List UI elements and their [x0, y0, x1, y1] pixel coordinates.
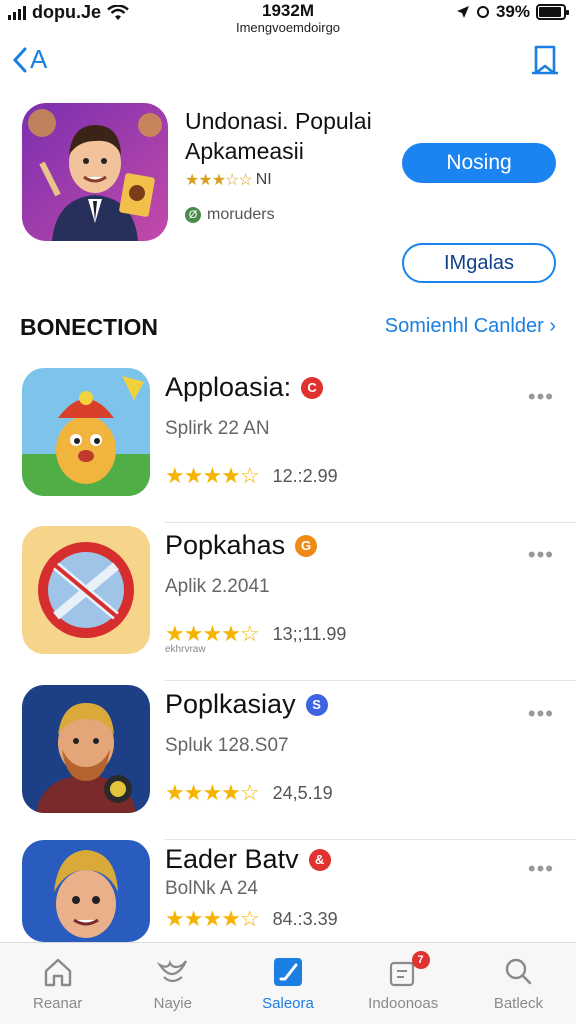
see-all-link[interactable]: Somienhl Canlder › — [385, 315, 556, 338]
tab-bar: Reanar Nayie Saleora 7 Indoonoas Batleck — [0, 942, 576, 1024]
tab-home[interactable]: Reanar — [0, 943, 115, 1024]
more-options-icon[interactable]: ••• — [528, 701, 554, 727]
star-rating-icon: ★★★☆☆ — [185, 172, 253, 189]
featured-title: Undonasi. Populai Apkameasii — [185, 108, 372, 164]
app-name: Poplkasiay — [165, 689, 296, 719]
list-item[interactable]: Popkahas G Aplik 2.2041 ★★★★☆ 13;;11.99 … — [0, 526, 576, 681]
divider — [165, 680, 576, 681]
app-name-row: Popkahas G — [165, 530, 318, 561]
app-badge-icon: C — [301, 376, 324, 399]
app-name: Eader Batv — [165, 844, 299, 874]
section-title: BONECTION — [20, 314, 158, 340]
star-rating-icon: ★★★★☆ — [165, 463, 260, 488]
app-name: Popkahas — [165, 530, 286, 560]
more-options-icon[interactable]: ••• — [528, 384, 554, 410]
secondary-button[interactable]: IMgalas — [402, 243, 556, 283]
app-subtitle: Splirk 22 AN — [165, 418, 270, 439]
app-rating: ★★★★☆ 84.:3.39 — [165, 906, 338, 932]
app-rating: ★★★★☆ 12.:2.99 — [165, 463, 338, 489]
share-button[interactable] — [530, 44, 560, 81]
app-name-row: Eader Batv & — [165, 844, 331, 875]
app-icon[interactable] — [22, 840, 150, 942]
list-item[interactable]: Eader Batv & BolNk A 24 ★★★★☆ 84.:3.39 •… — [0, 840, 576, 942]
app-name-row: Apploasia: C — [165, 372, 324, 403]
app-icon[interactable] — [22, 368, 150, 496]
featured-rating-text: NI — [255, 171, 272, 188]
star-rating-icon: ★★★★☆ — [165, 780, 260, 805]
status-right: 39% — [456, 2, 569, 22]
search-icon — [506, 958, 532, 985]
tab-label: Indoonoas — [368, 995, 439, 1012]
back-label: A — [30, 44, 48, 74]
featured-rating: ★★★☆☆ NI — [185, 170, 272, 190]
app-name: Apploasia: — [165, 372, 292, 402]
home-icon — [44, 958, 71, 987]
tab-label: Reanar — [33, 995, 83, 1012]
notification-badge: 7 — [411, 951, 430, 969]
app-badge-icon: & — [308, 848, 331, 871]
tab-search[interactable]: Batleck — [461, 943, 576, 1024]
tab-news[interactable]: Nayie — [115, 943, 230, 1024]
tab-label: Saleora — [262, 995, 314, 1012]
app-price: 24,5.19 — [272, 782, 333, 803]
app-icon[interactable] — [22, 526, 150, 654]
app-rating: ★★★★☆ 24,5.19 — [165, 780, 333, 806]
status-subtitle: Imengvoemdoirgo — [235, 20, 341, 35]
developer-name: moruders — [207, 206, 275, 223]
star-rating-icon: ★★★★☆ — [165, 906, 260, 931]
app-icon[interactable] — [22, 685, 150, 813]
more-options-icon[interactable]: ••• — [528, 856, 554, 882]
alarm-icon — [476, 6, 489, 18]
list-item[interactable]: Apploasia: C Splirk 22 AN ★★★★☆ 12.:2.99… — [0, 368, 576, 523]
tab-selected[interactable]: Saleora — [230, 943, 345, 1024]
app-price: 13;;11.99 — [272, 623, 347, 644]
more-options-icon[interactable]: ••• — [528, 542, 554, 568]
app-note: ekhrvraw — [165, 644, 206, 655]
app-subtitle: BolNk A 24 — [165, 878, 258, 899]
location-arrow-icon — [456, 6, 469, 18]
app-badge-icon: G — [295, 534, 318, 557]
chevron-left-icon — [12, 47, 27, 72]
tab-updates[interactable]: 7 Indoonoas — [346, 943, 461, 1024]
app-name-row: Poplkasiay S — [165, 689, 328, 720]
bookmark-icon — [532, 45, 558, 75]
divider — [165, 522, 576, 523]
featured-developer[interactable]: Ø moruders — [185, 206, 275, 224]
get-button[interactable]: Nosing — [402, 143, 556, 183]
developer-icon: Ø — [185, 207, 201, 223]
battery-icon — [536, 4, 569, 20]
back-button[interactable]: A — [12, 44, 47, 75]
tab-label: Nayie — [153, 995, 192, 1012]
bird-icon — [156, 960, 187, 983]
app-subtitle: Spluk 128.S07 — [165, 735, 289, 756]
battery-percent: 39% — [495, 2, 530, 21]
tab-label: Batleck — [493, 995, 544, 1012]
check-icon — [274, 958, 302, 986]
featured-app-icon[interactable] — [22, 103, 168, 241]
list-item[interactable]: Poplkasiay S Spluk 128.S07 ★★★★☆ 24,5.19… — [0, 685, 576, 840]
app-price: 12.:2.99 — [272, 465, 338, 486]
status-bar: dopu.Je 1932M Imengvoemdoirgo 39% — [0, 0, 576, 35]
app-badge-icon: S — [305, 693, 328, 716]
app-subtitle: Aplik 2.2041 — [165, 576, 270, 597]
app-price: 84.:3.39 — [272, 908, 338, 929]
